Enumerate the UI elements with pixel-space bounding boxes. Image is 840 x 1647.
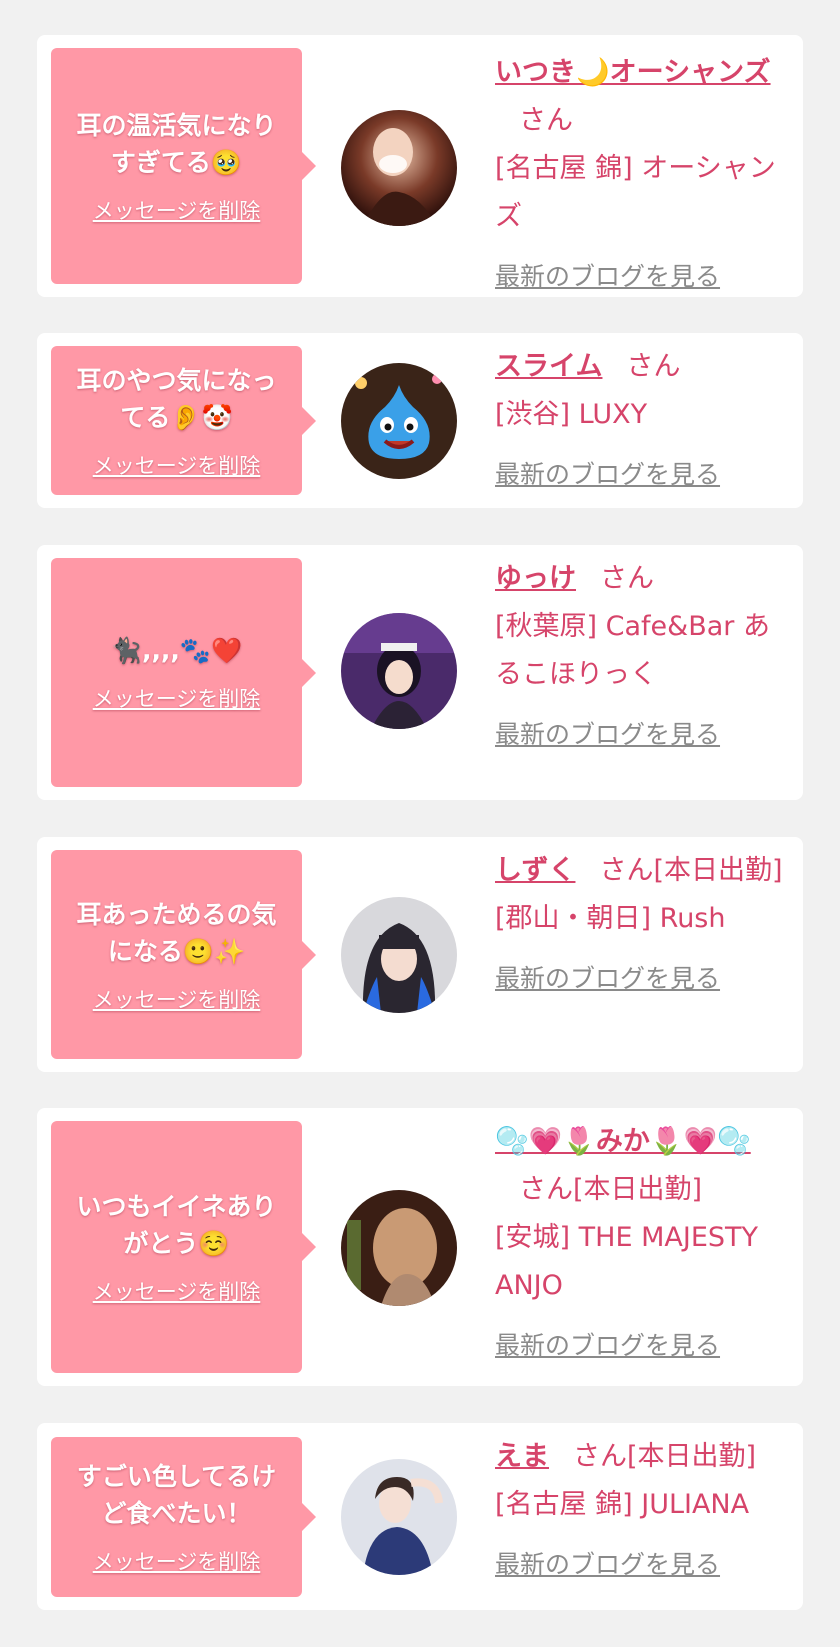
- message-list: 耳の温活気になりすぎてる🥹 メッセージを削除 いつき🌙オーシャンズさん [名古屋…: [0, 0, 840, 1647]
- shop-name: [名古屋 錦] JULIANA: [495, 1489, 750, 1520]
- honorific: さん: [600, 563, 654, 594]
- message-bubble: 耳あっためるの気になる🙂✨ メッセージを削除: [51, 850, 316, 1059]
- avatar[interactable]: [341, 110, 457, 226]
- shop-name: [名古屋 錦] オーシャンズ: [495, 153, 776, 232]
- profile-info: いつき🌙オーシャンズさん [名古屋 錦] オーシャンズ 最新のブログを見る: [495, 49, 795, 293]
- message-bubble: 耳のやつ気になってる👂🤡 メッセージを削除: [51, 346, 316, 495]
- latest-blog-link[interactable]: 最新のブログを見る: [495, 1545, 720, 1581]
- latest-blog-link[interactable]: 最新のブログを見る: [495, 455, 720, 491]
- message-text: 🐈‍⬛,,,,🐾❤️: [110, 636, 243, 665]
- list-item: すごい色してるけど食べたい！ メッセージを削除 えま さん[本日出勤] [名古屋 …: [37, 1423, 803, 1610]
- delete-message-link[interactable]: メッセージを削除: [93, 683, 261, 713]
- profile-info: えま さん[本日出勤] [名古屋 錦] JULIANA 最新のブログを見る: [495, 1433, 795, 1581]
- avatar[interactable]: [341, 363, 457, 479]
- latest-blog-link[interactable]: 最新のブログを見る: [495, 959, 720, 995]
- delete-message-link[interactable]: メッセージを削除: [93, 984, 261, 1014]
- message-text: 耳の温活気になりすぎてる🥹: [76, 111, 277, 177]
- list-item: いつもイイネありがとう☺️ メッセージを削除 🫧💗🌷みか🌷💗🫧 さん[本日出勤] …: [37, 1108, 803, 1386]
- avatar[interactable]: [341, 1459, 457, 1575]
- avatar[interactable]: [341, 1190, 457, 1306]
- profile-info: スライム さん [渋谷] LUXY 最新のブログを見る: [495, 343, 795, 491]
- delete-message-link[interactable]: メッセージを削除: [93, 450, 261, 480]
- honorific: さん[本日出勤]: [599, 855, 783, 886]
- message-bubble: いつもイイネありがとう☺️ メッセージを削除: [51, 1121, 316, 1373]
- delete-message-link[interactable]: メッセージを削除: [93, 195, 261, 225]
- message-text: すごい色してるけど食べたい！: [76, 1462, 277, 1528]
- user-name-link[interactable]: 🫧💗🌷みか🌷💗🫧: [495, 1126, 751, 1157]
- honorific: さん[本日出勤]: [573, 1441, 757, 1472]
- list-item: 耳あっためるの気になる🙂✨ メッセージを削除 しずく さん[本日出勤] [郡山・朝…: [37, 837, 803, 1072]
- user-name-link[interactable]: ゆっけ: [495, 563, 576, 594]
- avatar[interactable]: [341, 897, 457, 1013]
- list-item: 🐈‍⬛,,,,🐾❤️ メッセージを削除 ゆっけ さん [秋葉原] Cafe&Bar…: [37, 545, 803, 800]
- list-item: 耳のやつ気になってる👂🤡 メッセージを削除 スライム さん [渋谷] LUXY 最…: [37, 333, 803, 508]
- user-name-link[interactable]: スライム: [495, 351, 602, 382]
- delete-message-link[interactable]: メッセージを削除: [93, 1546, 261, 1576]
- user-name-link[interactable]: えま: [495, 1441, 549, 1472]
- user-name-link[interactable]: いつき🌙オーシャンズ: [495, 57, 771, 88]
- honorific: さん[本日出勤]: [519, 1174, 703, 1205]
- avatar[interactable]: [341, 613, 457, 729]
- message-text: いつもイイネありがとう☺️: [76, 1192, 277, 1258]
- message-text: 耳のやつ気になってる👂🤡: [76, 365, 277, 432]
- delete-message-link[interactable]: メッセージを削除: [93, 1276, 261, 1306]
- list-item: 耳の温活気になりすぎてる🥹 メッセージを削除 いつき🌙オーシャンズさん [名古屋…: [37, 35, 803, 297]
- message-bubble: 耳の温活気になりすぎてる🥹 メッセージを削除: [51, 48, 316, 284]
- user-name-link[interactable]: しずく: [495, 855, 575, 886]
- latest-blog-link[interactable]: 最新のブログを見る: [495, 257, 720, 293]
- profile-info: しずく さん[本日出勤] [郡山・朝日] Rush 最新のブログを見る: [495, 847, 795, 995]
- shop-name: [秋葉原] Cafe&Bar あるこほりっく: [495, 611, 770, 690]
- message-bubble: すごい色してるけど食べたい！ メッセージを削除: [51, 1437, 316, 1597]
- honorific: さん: [626, 351, 681, 382]
- shop-name: [渋谷] LUXY: [495, 399, 648, 430]
- shop-name: [郡山・朝日] Rush: [495, 903, 726, 934]
- honorific: さん: [519, 105, 573, 136]
- message-text: 耳あっためるの気になる🙂✨: [76, 899, 277, 966]
- shop-name: [安城] THE MAJESTY ANJO: [495, 1222, 758, 1301]
- profile-info: 🫧💗🌷みか🌷💗🫧 さん[本日出勤] [安城] THE MAJESTY ANJO 最…: [495, 1118, 795, 1362]
- latest-blog-link[interactable]: 最新のブログを見る: [495, 1326, 720, 1362]
- message-bubble: 🐈‍⬛,,,,🐾❤️ メッセージを削除: [51, 558, 316, 787]
- latest-blog-link[interactable]: 最新のブログを見る: [495, 715, 720, 751]
- profile-info: ゆっけ さん [秋葉原] Cafe&Bar あるこほりっく 最新のブログを見る: [495, 555, 795, 751]
